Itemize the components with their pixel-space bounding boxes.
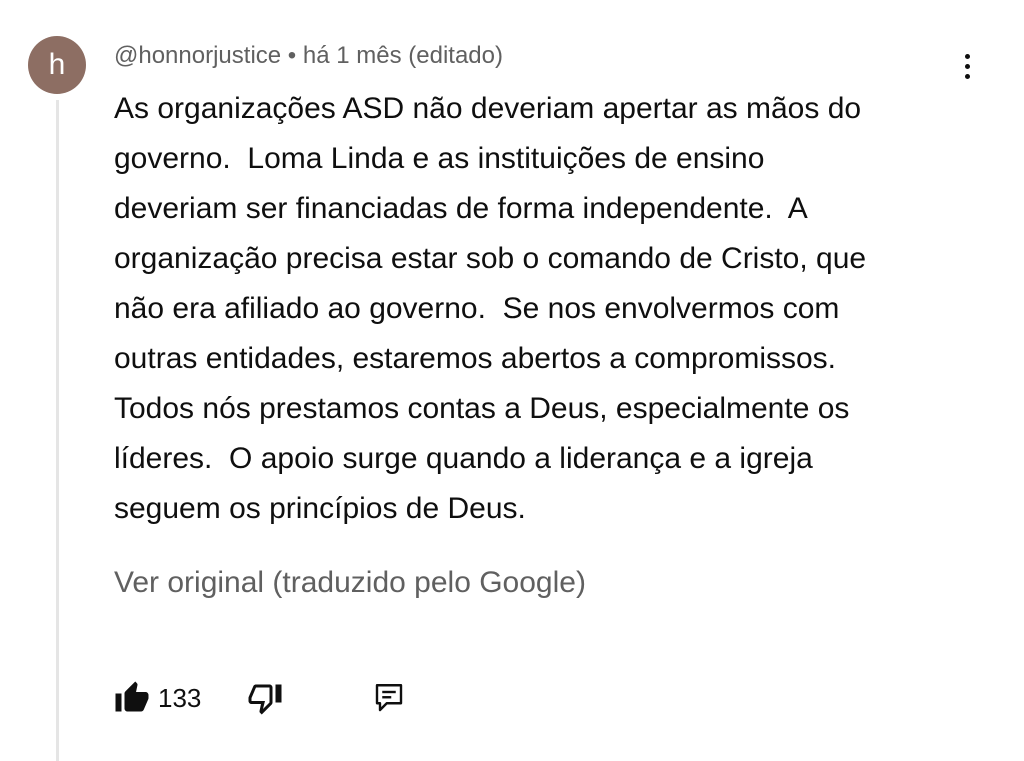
like-button[interactable]: 133 <box>114 680 201 716</box>
thumbs-down-icon <box>247 680 283 716</box>
comment-line: não era afiliado ao governo. Se nos envo… <box>114 292 840 325</box>
author-name[interactable]: @honnorjustice <box>114 42 281 69</box>
reply-button[interactable] <box>371 680 407 716</box>
comment-timestamp[interactable]: há 1 mês (editado) <box>303 42 503 69</box>
comment-line: organização precisa estar sob o comando … <box>114 242 867 275</box>
comment-line: líderes. O apoio surge quando a lideranç… <box>114 442 813 475</box>
thumbs-up-icon <box>114 680 150 716</box>
avatar[interactable]: h <box>28 36 86 94</box>
comment-icon <box>371 680 407 716</box>
comment-line: Todos nós prestamos contas a Deus, espec… <box>114 392 850 425</box>
comment-header: @honnorjustice • há 1 mês (editado) <box>114 42 503 70</box>
comment-line: governo. Loma Linda e as instituições de… <box>114 142 765 175</box>
thread-line <box>56 100 59 761</box>
more-vert-icon-dot <box>964 73 970 79</box>
like-count: 133 <box>158 682 202 713</box>
dislike-button[interactable] <box>247 680 283 716</box>
comment-line: deveriam ser financiadas de forma indepe… <box>114 192 808 225</box>
more-vert-icon <box>964 53 970 59</box>
more-options-button[interactable] <box>950 44 984 88</box>
comment-line: seguem os princípios de Deus. <box>114 492 526 525</box>
meta-separator: • <box>287 42 297 69</box>
more-vert-icon-dot <box>964 63 970 69</box>
comment-text: As organizações ASD não deveriam apertar… <box>114 84 994 534</box>
avatar-letter: h <box>48 48 66 81</box>
comment-line: As organizações ASD não deveriam apertar… <box>114 92 862 125</box>
comment-actions: 133 <box>114 676 407 720</box>
see-original-link[interactable]: Ver original (traduzido pelo Google) <box>114 566 586 600</box>
comment-line: outras entidades, estaremos abertos a co… <box>114 342 837 375</box>
